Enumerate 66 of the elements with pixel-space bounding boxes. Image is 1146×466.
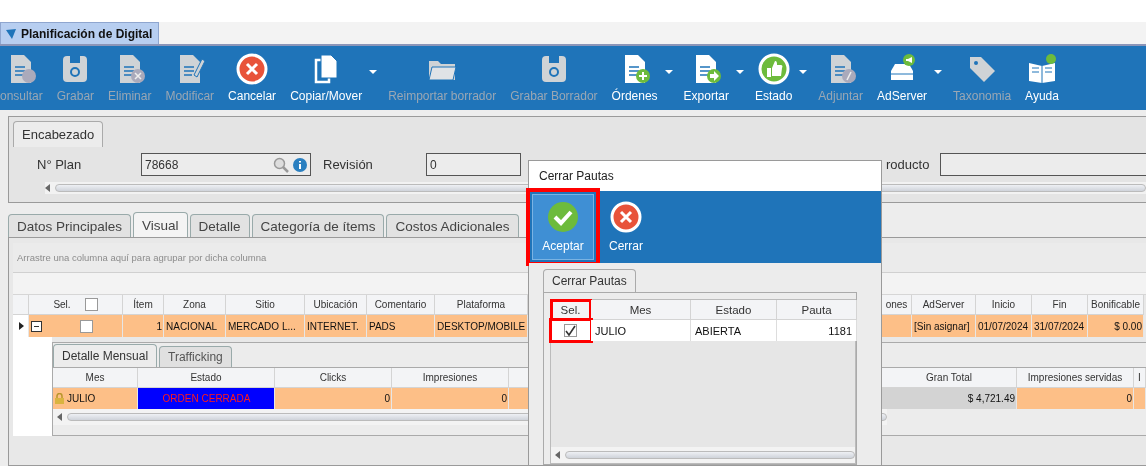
toolbar-button[interactable]: Exportar [676, 46, 736, 110]
panel-tab[interactable]: Encabezado [13, 121, 104, 147]
column-header[interactable]: AdServer [912, 295, 976, 315]
tab[interactable]: Detalle Mensual [53, 344, 158, 367]
toolbar-button[interactable]: Estado [747, 46, 800, 110]
toolbar-button[interactable]: Cancelar [221, 46, 284, 110]
toolbar-button[interactable]: Ayuda [1018, 46, 1066, 110]
column-header[interactable]: Zona [164, 295, 226, 315]
column-header[interactable]: Sitio [226, 295, 305, 315]
table-cell: 01/07/2024 [976, 315, 1032, 337]
field-label: N° Plan [37, 157, 83, 172]
table-cell: JULIO [591, 320, 691, 341]
tab[interactable]: Cerrar Pautas [543, 269, 636, 292]
revision-field[interactable]: 0 [426, 153, 521, 176]
table-cell: 0 [392, 388, 509, 409]
table-cell: MERCADO L... [226, 315, 305, 337]
tab[interactable]: Trafficking [159, 346, 232, 367]
document-tab[interactable]: Planificación de Digital [0, 22, 160, 44]
column-title: Sel. [53, 299, 71, 310]
column-header[interactable]: Mes [53, 368, 138, 388]
column-header[interactable]: Estado [691, 300, 777, 320]
tab[interactable]: Categoría de ítems [251, 214, 385, 237]
column-header[interactable]: Gran Total [882, 368, 1017, 388]
field-label: roducto [886, 157, 931, 172]
tab[interactable]: Datos Principales [8, 214, 132, 237]
column-header[interactable]: Sel. [551, 300, 591, 320]
table-cell: ABIERTA [691, 320, 777, 341]
table-cell: DESKTOP/MOBILE [435, 315, 528, 337]
table-cell: 1 [123, 315, 164, 337]
table-cell: 0 [275, 388, 392, 409]
tab[interactable]: Costos Adicionales [386, 214, 519, 237]
column-header[interactable]: Estado [138, 368, 275, 388]
column-header[interactable]: Impresiones servidas [1017, 368, 1134, 388]
plan-number-field[interactable]: 78668 [141, 153, 311, 176]
table-cell: PADS [367, 315, 435, 337]
toolbar-button[interactable]: AdServer [870, 46, 935, 110]
column-header[interactable]: Pauta [777, 300, 857, 320]
table-cell: [Sin asignar] [912, 315, 976, 337]
column-header[interactable]: Bonificable [1088, 295, 1144, 315]
table-cell: $ 4,721.49 [882, 388, 1017, 409]
column-header[interactable]: ones [882, 295, 912, 315]
document-tab-title: Planificación de Digital [21, 26, 153, 41]
table-cell: NACIONAL [164, 315, 226, 337]
table-cell: $ 0.00 [1088, 315, 1144, 337]
cell-text: JULIO [67, 393, 96, 404]
column-header[interactable]: Clicks [275, 368, 392, 388]
column-header[interactable]: Mes [591, 300, 691, 320]
column-header[interactable]: Sel. [29, 295, 123, 315]
column-header[interactable]: I [1134, 368, 1146, 388]
column-header[interactable]: Ubicación [305, 295, 367, 315]
table-cell: INTERNET. [305, 315, 367, 337]
column-header[interactable]: Plataforma [435, 295, 528, 315]
column-header[interactable]: Comentario [367, 295, 435, 315]
table-cell: 0 [1017, 388, 1134, 409]
tab[interactable]: Detalle [189, 214, 250, 237]
table-cell: 31/07/2024 [1032, 315, 1088, 337]
toolbar-button[interactable]: Copiar/Mover [283, 46, 370, 110]
column-header[interactable]: Impresiones [392, 368, 509, 388]
table-cell: 1181 [777, 320, 857, 341]
tab[interactable]: Visual [133, 212, 188, 237]
column-header[interactable]: Fin [1032, 295, 1088, 315]
table-cell: ORDEN CERRADA [138, 388, 275, 409]
toolbar-button[interactable]: Órdenes [604, 46, 665, 110]
column-header[interactable]: Inicio [976, 295, 1032, 315]
column-header[interactable]: Ítem [123, 295, 164, 315]
field-label: Revisión [323, 157, 374, 172]
